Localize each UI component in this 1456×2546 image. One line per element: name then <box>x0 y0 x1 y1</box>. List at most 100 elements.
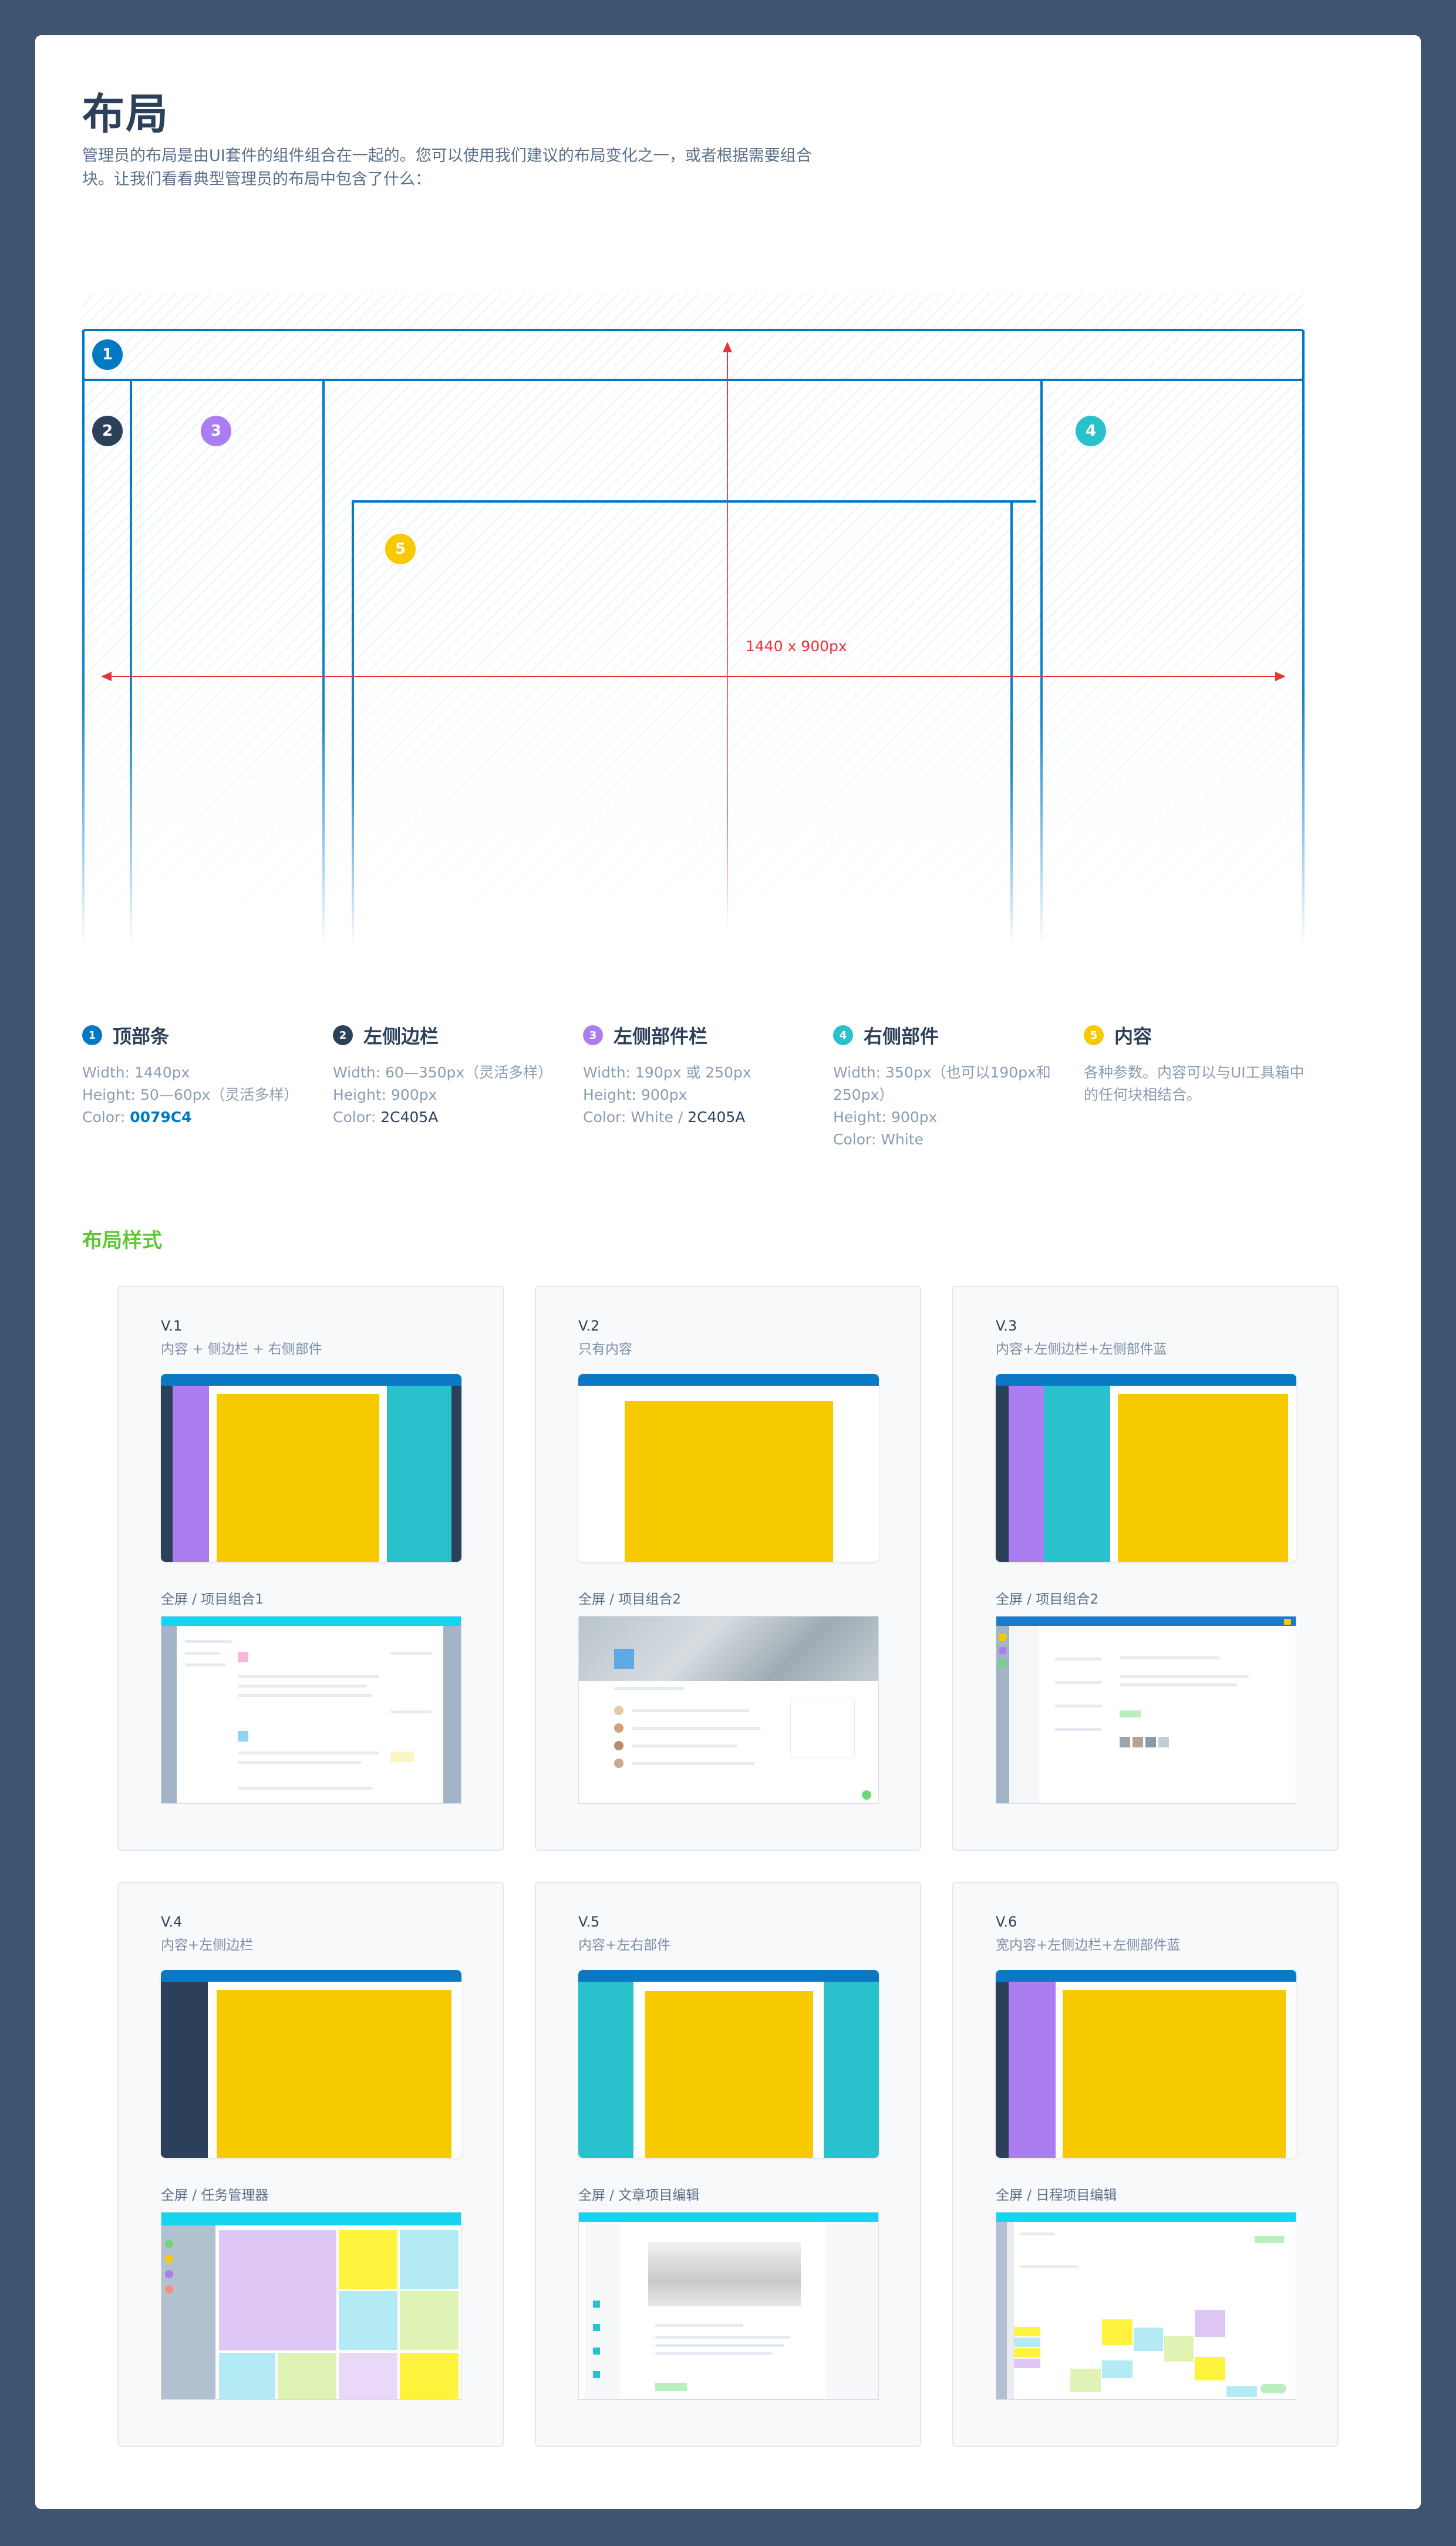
screenshot-thumbnail[interactable] <box>996 1616 1296 1804</box>
legend-line: Width: 190px 或 250px <box>583 1064 751 1081</box>
card-subtitle: 全屏 / 项目组合1 <box>161 1592 264 1607</box>
legend-line: Height: 900px <box>333 1086 437 1103</box>
thumb-icon <box>999 1634 1006 1641</box>
card-description: 内容+左右部件 <box>578 1938 671 1953</box>
mock-topbar <box>996 1374 1296 1386</box>
layout-card-v5[interactable]: V.5 内容+左右部件 全屏 / 文章项目编辑 <box>535 1882 921 2447</box>
thumb-line <box>185 1652 220 1655</box>
layout-card-v4[interactable]: V.4 内容+左侧边栏 全屏 / 任务管理器 <box>117 1882 504 2447</box>
marker-5: 5 <box>385 534 416 564</box>
marker-3: 3 <box>201 416 231 446</box>
legend-line: Color: White <box>833 1131 924 1148</box>
screenshot-thumbnail[interactable] <box>996 2212 1296 2400</box>
thumb-event <box>1134 2328 1163 2351</box>
legend-marker: 5 <box>1084 1025 1104 1045</box>
thumb-line <box>632 1709 749 1712</box>
mock-left-widgets <box>1009 1982 1056 2158</box>
thumb-dot <box>165 2270 173 2278</box>
thumb-line <box>390 1710 432 1713</box>
height-guide <box>727 346 728 934</box>
thumb-event <box>1014 2327 1040 2336</box>
legend-line: Width: 60—350px（灵活多样） <box>333 1064 553 1081</box>
thumb-right-rail <box>443 1626 461 1803</box>
screenshot-thumbnail[interactable] <box>578 1616 879 1804</box>
layout-mockup <box>578 1970 879 2158</box>
layout-card-v1[interactable]: V.1 内容 + 侧边栏 + 右侧部件 全屏 / 项目组合1 <box>117 1286 504 1851</box>
layout-card-v2[interactable]: V.2 只有内容 全屏 / 项目组合2 <box>535 1286 921 1851</box>
mock-topbar <box>996 1970 1296 1982</box>
mock-content <box>1063 1990 1286 2158</box>
content-top <box>352 500 1036 503</box>
thumb-line <box>1020 2265 1078 2268</box>
legend-content: 5 内容 各种参数。内容可以与UI工具箱中的任何块相结合。 <box>1084 1022 1313 1106</box>
mock-content <box>217 1990 451 2158</box>
page-intro: 管理员的布局是由UI套件的组件组合在一起的。您可以使用我们建议的布局变化之一，或… <box>82 147 812 188</box>
card-description: 内容 + 侧边栏 + 右侧部件 <box>161 1342 322 1357</box>
mock-left-sidebar <box>996 1982 1009 2158</box>
thumb-icon <box>593 2371 600 2378</box>
thumb-line <box>1055 1658 1102 1661</box>
mock-content <box>1118 1394 1288 1562</box>
mock-topbar <box>161 1970 461 1982</box>
thumb-button <box>1255 2236 1284 2243</box>
legend-title: 左侧部件栏 <box>614 1025 708 1048</box>
thumb-icon <box>593 2301 600 2308</box>
screenshot-thumbnail[interactable] <box>578 2212 879 2400</box>
screenshot-thumbnail[interactable] <box>161 2212 461 2400</box>
frame-right <box>1302 330 1305 947</box>
mock-content <box>217 1394 379 1562</box>
layout-card-v3[interactable]: V.3 内容+左侧边栏+左侧部件蓝 全屏 / 项目组合2 <box>952 1286 1339 1851</box>
width-arrow-left <box>101 672 112 681</box>
screenshot-thumbnail[interactable] <box>161 1616 461 1804</box>
thumb-avatar <box>238 1731 248 1742</box>
thumb-tile-lime <box>400 2291 459 2350</box>
thumb-event <box>1014 2338 1040 2347</box>
mock-right-sidebar <box>451 1386 461 1562</box>
thumb-icon <box>593 2324 600 2331</box>
thumb-event <box>1070 2369 1101 2392</box>
legend-left-sidebar: 2 左侧边栏 Width: 60—350px（灵活多样） Height: 900p… <box>333 1022 579 1129</box>
thumb-event <box>1164 2336 1194 2362</box>
thumb-photo <box>1133 1737 1143 1747</box>
thumb-event <box>1014 2348 1040 2358</box>
thumb-line <box>1055 1705 1102 1708</box>
legend-line: Height: 50—60px（灵活多样） <box>82 1086 299 1103</box>
legend-color-prefix: Color: White / <box>583 1109 688 1126</box>
thumb-photo <box>1120 1737 1130 1747</box>
marker-1: 1 <box>92 339 123 370</box>
layout-card-v6[interactable]: V.6 宽内容+左侧边栏+左侧部件蓝 全屏 / 日程项目编辑 <box>952 1882 1339 2447</box>
thumb-event <box>1014 2359 1040 2368</box>
thumb-button <box>655 2383 687 2391</box>
mock-right-widgets <box>387 1386 451 1562</box>
legend-color-prefix: Color: <box>82 1109 130 1126</box>
thumb-line <box>185 1663 226 1666</box>
thumb-line <box>1120 1683 1237 1686</box>
legend-line: Width: 1440px <box>82 1064 190 1081</box>
thumb-line <box>238 1752 379 1754</box>
card-subtitle: 全屏 / 文章项目编辑 <box>578 2188 700 2203</box>
thumb-photo <box>1145 1737 1156 1747</box>
legend-marker: 3 <box>583 1025 603 1045</box>
legend-title: 内容 <box>1114 1025 1152 1048</box>
thumb-line <box>632 1727 761 1730</box>
thumb-topbar <box>161 1616 461 1626</box>
thumb-topbar <box>579 2212 878 2222</box>
thumb-dot <box>165 2255 173 2263</box>
card-description: 内容+左侧边栏+左侧部件蓝 <box>996 1342 1167 1357</box>
mock-topbar <box>578 1970 879 1982</box>
thumb-left-col <box>585 2222 620 2399</box>
thumb-avatar <box>614 1741 623 1750</box>
thumb-line <box>655 2324 743 2327</box>
card-version: V.1 <box>161 1318 183 1334</box>
card-description: 宽内容+左侧边栏+左侧部件蓝 <box>996 1938 1181 1953</box>
mock-left-widgets <box>578 1982 633 2158</box>
mock-widgets-blue <box>1044 1386 1110 1562</box>
frame-left <box>82 330 85 947</box>
thumb-event <box>1102 2319 1133 2345</box>
content-left <box>352 500 354 947</box>
thumb-line <box>632 1745 737 1747</box>
thumb-tile-yellow <box>400 2353 459 2399</box>
thumb-tile-yellow <box>339 2230 397 2289</box>
layout-diagram: 1 2 3 4 5 1440 x 900px <box>82 294 1305 981</box>
card-version: V.4 <box>161 1914 183 1930</box>
